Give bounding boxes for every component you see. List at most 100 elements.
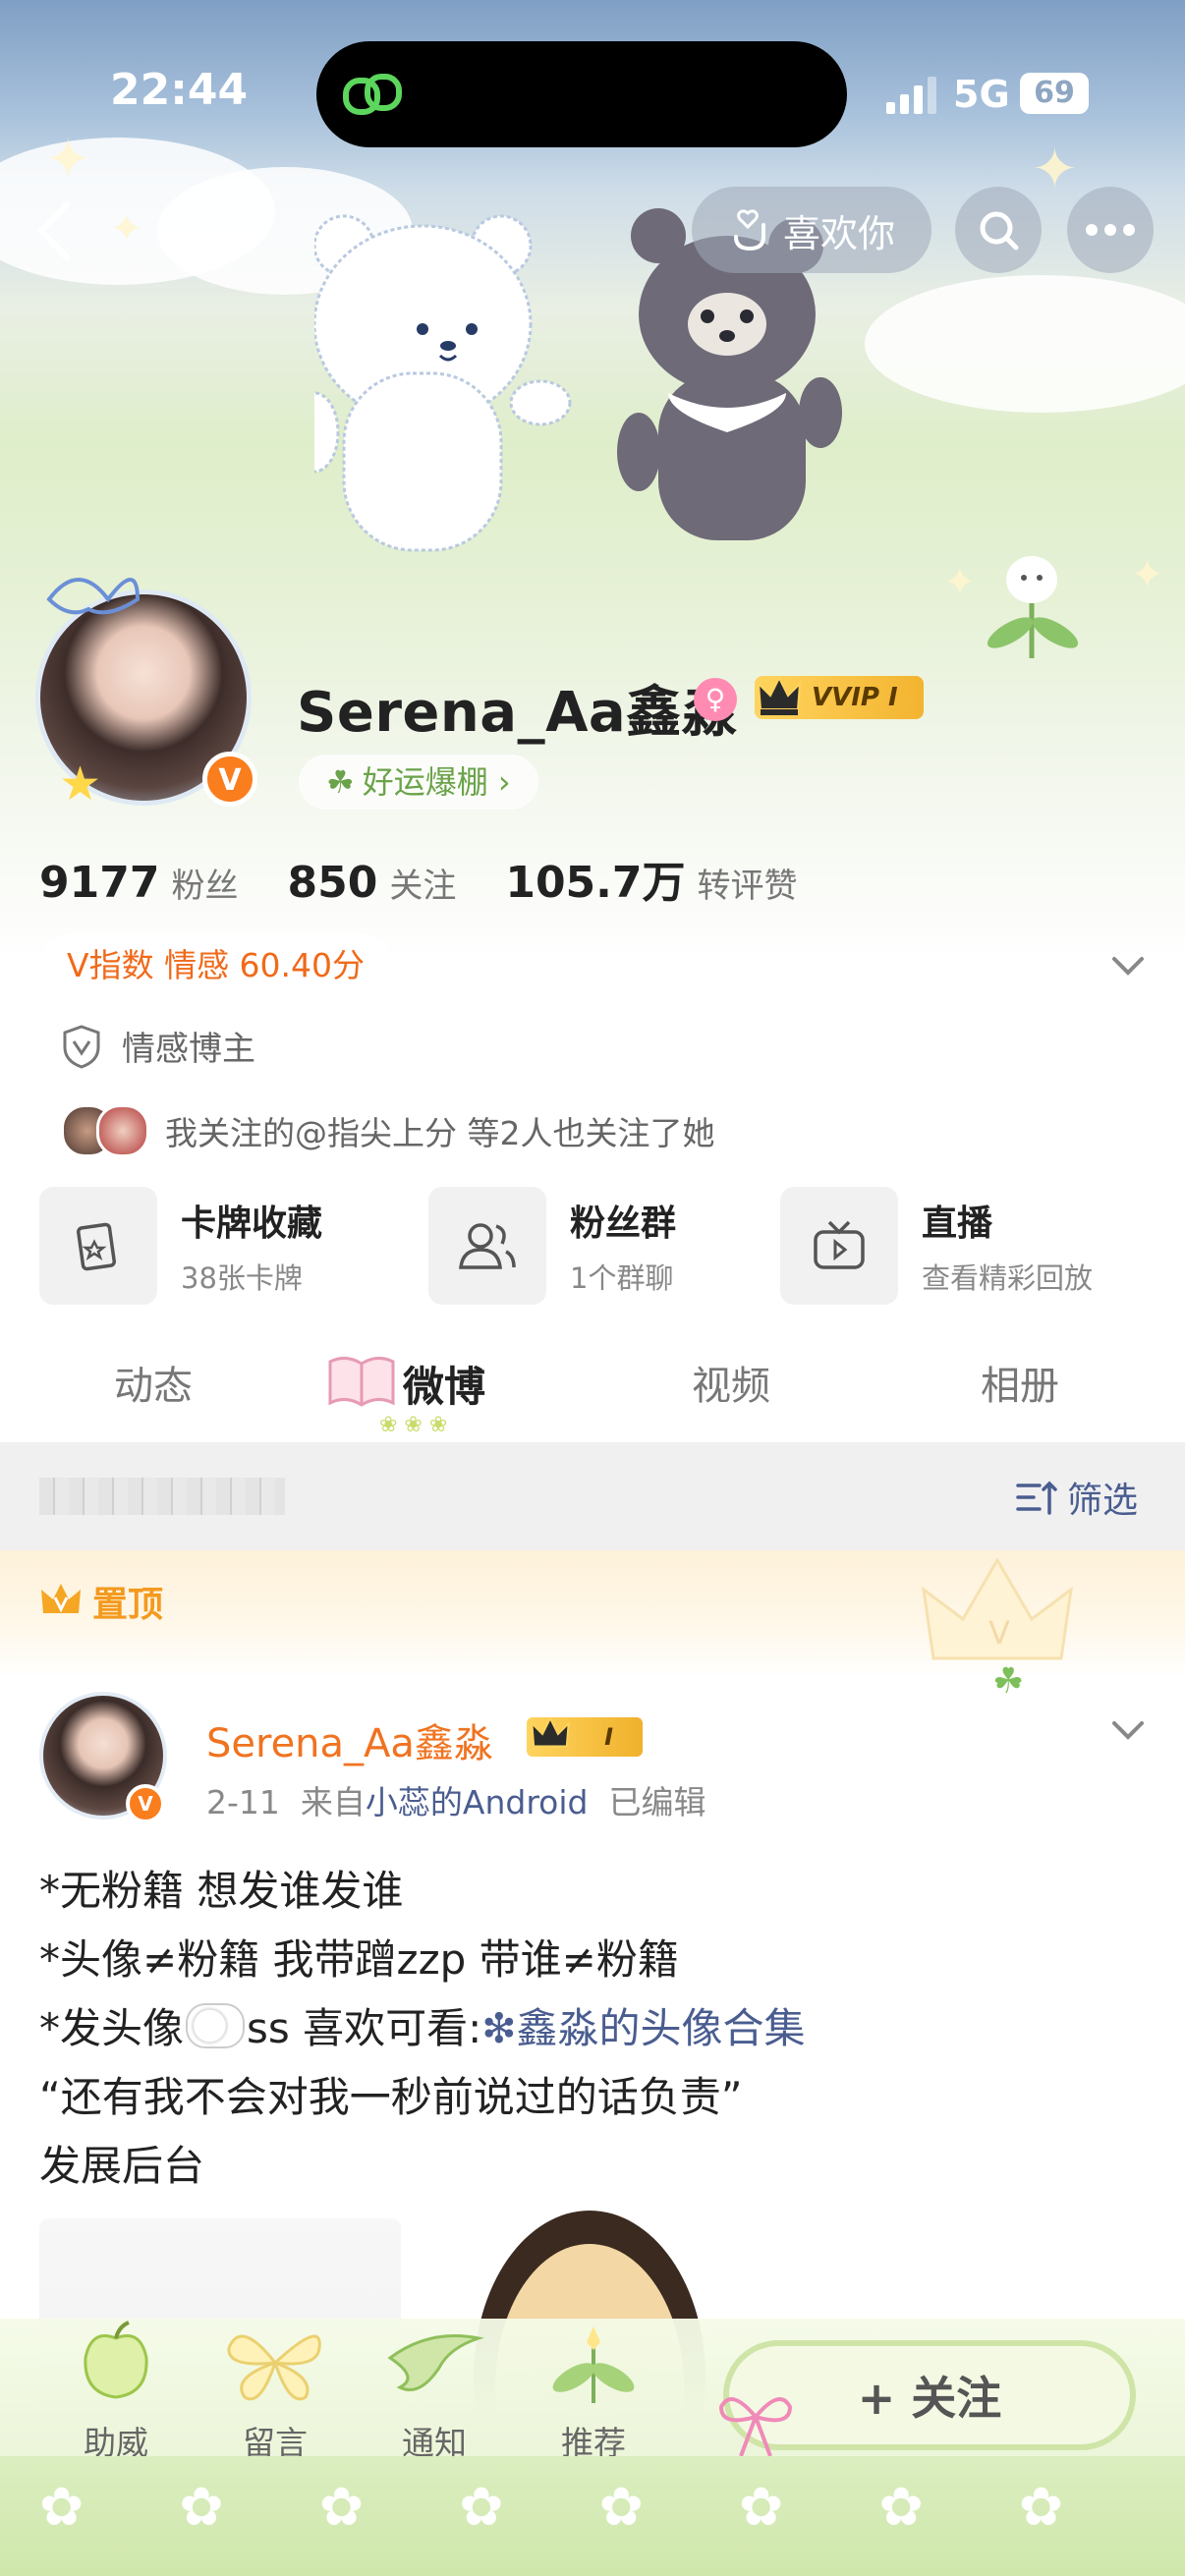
stat-followers[interactable]: 9177 粉丝 [39, 858, 238, 908]
post-body: *无粉籍 想发谁发谁 *头像≠粉籍 我带蹭zzp 带谁≠粉籍 *发头像 ss 喜欢… [39, 1857, 1150, 2201]
profile-tabs: 动态 微博 ❀ ❀ ❀ 视频 相册 [0, 1326, 1185, 1442]
post-date: 2-11 [206, 1783, 280, 1821]
feature-subtitle: 38张卡牌 [181, 1261, 303, 1295]
stat-label: 关注 [389, 867, 457, 906]
stat-interactions[interactable]: 105.7万 转评赞 [505, 847, 797, 910]
feature-subtitle: 1个群聊 [570, 1261, 674, 1295]
post-line: 发展后台 [39, 2142, 205, 2190]
status-time: 22:44 [110, 65, 249, 115]
tab-album[interactable]: 相册 [981, 1354, 1059, 1411]
feature-card-fan-group[interactable]: 粉丝群 1个群聊 [428, 1187, 676, 1305]
ribbon-decoration [46, 578, 141, 615]
svg-text:V: V [988, 1614, 1010, 1652]
post-line: *无粉籍 想发谁发谁 [39, 1867, 404, 1915]
post-edited: 已编辑 [608, 1783, 706, 1821]
like-you-label: 喜欢你 [782, 211, 895, 255]
like-you-button[interactable]: 喜欢你 [692, 187, 931, 273]
sparkle-icon: ✦ [1130, 550, 1165, 598]
battery-indicator: 69 [1020, 73, 1089, 114]
luck-tag-label: 好运爆棚 › [362, 763, 511, 801]
stat-label: 转评赞 [697, 867, 798, 906]
post-meta: 2-11 来自小蕊的Android 已编辑 [206, 1776, 705, 1823]
post-source[interactable]: 小蕊的Android [366, 1783, 589, 1821]
link-icon [343, 74, 402, 115]
dandelion-decoration: ✿ ✿ ✿ ✿ ✿ ✿ ✿ ✿ [39, 2476, 1103, 2538]
stat-value: 105.7万 [505, 858, 686, 908]
post-author-name[interactable]: Serena_Aa鑫淼 [206, 1711, 493, 1768]
tab-active-indicator: ❀ ❀ ❀ [379, 1413, 448, 1437]
search-icon [980, 211, 1019, 251]
crown-icon [757, 675, 802, 715]
crown-icon [41, 1584, 81, 1613]
post-line: *发头像 ss 喜欢可看:❇鑫淼的头像合集 [39, 1994, 1150, 2063]
mutual-follow-row[interactable]: 我关注的@指尖上分 等2人也关注了她 [61, 1104, 715, 1157]
post-line: *头像≠粉籍 我带蹭zzp 带谁≠粉籍 [39, 1935, 679, 1984]
pinned-label: 置顶 [92, 1585, 164, 1625]
back-button[interactable] [29, 196, 79, 265]
filter-label: 筛选 [1067, 1481, 1139, 1521]
verified-badge-icon: V [126, 1784, 165, 1823]
feature-title: 粉丝群 [570, 1204, 677, 1244]
cheer-button[interactable]: 助威 [57, 2319, 175, 2464]
hand-heart-icon [733, 209, 765, 252]
feature-subtitle: 查看精彩回放 [922, 1261, 1094, 1295]
profile-stats: 9177 粉丝 850 关注 105.7万 转评赞 [39, 847, 798, 910]
pinned-header: 置顶 V ☘ [0, 1550, 1185, 1698]
tv-play-icon [780, 1187, 898, 1305]
butterfly-icon [227, 2334, 321, 2401]
sparkle-icon: ✦ [1032, 138, 1078, 201]
chevron-left-icon [36, 201, 70, 260]
post-source-prefix: 来自 [300, 1783, 366, 1821]
blurred-text [39, 1478, 285, 1515]
luck-tag[interactable]: ☘ 好运爆棚 › [299, 755, 538, 810]
apple-icon [84, 2321, 148, 2399]
stat-value: 9177 [39, 858, 160, 908]
search-button[interactable] [955, 187, 1042, 273]
feature-title: 直播 [922, 1204, 993, 1244]
svg-text:☘: ☘ [992, 1661, 1024, 1698]
clover-icon: ☘ [326, 763, 355, 801]
meadow-decoration: ✿ ✿ ✿ ✿ ✿ ✿ ✿ ✿ [0, 2456, 1185, 2576]
blogger-type-row[interactable]: 情感博主 [61, 1022, 255, 1070]
more-button[interactable] [1067, 187, 1154, 273]
message-button[interactable]: 留言 [216, 2319, 334, 2464]
chevron-down-icon[interactable] [1106, 945, 1150, 988]
tab-video[interactable]: 视频 [692, 1354, 770, 1411]
crown-icon [531, 1716, 570, 1748]
flower-icon [552, 2326, 635, 2403]
star-icon: ★ [59, 756, 102, 812]
tab-activity[interactable]: 动态 [114, 1354, 193, 1411]
more-dots-icon [1086, 224, 1135, 236]
network-type: 5G [953, 73, 1010, 116]
feature-card-live[interactable]: 直播 查看精彩回放 [780, 1187, 1093, 1305]
cloud-decoration [865, 275, 1185, 413]
filter-button[interactable]: 筛选 [1014, 1472, 1138, 1523]
recommend-button[interactable]: 推荐 [535, 2319, 652, 2464]
post-link[interactable]: 鑫淼的头像合集 [516, 2004, 805, 2052]
post-text: ss 喜欢可看: [247, 2004, 482, 2052]
verified-badge-icon: V [202, 752, 257, 807]
mutual-avatars [61, 1104, 149, 1157]
notify-button[interactable]: 通知 [375, 2319, 493, 2464]
stat-value: 850 [287, 858, 378, 908]
bird-icon [387, 2334, 484, 2391]
sparkle-icon: ✦ [943, 560, 977, 605]
sparkle-icon: ✦ [45, 128, 91, 192]
crown-decoration-icon: V ☘ [922, 1557, 1073, 1698]
feature-card-collection[interactable]: 卡牌收藏 38张卡牌 [39, 1187, 322, 1305]
users-icon [428, 1187, 546, 1305]
sheep-emoji-icon [186, 2003, 246, 2048]
flower-decoration [987, 556, 1079, 658]
v-index-pill[interactable]: V指数 情感 60.40分 [39, 933, 393, 998]
post-line: “还有我不会对我一秒前说过的话负责” [39, 2073, 743, 2121]
stat-following[interactable]: 850 关注 [287, 858, 456, 908]
profile-name: Serena_Aa鑫淼 [297, 681, 738, 745]
bow-icon [718, 2397, 793, 2457]
filter-bar: 筛选 [0, 1442, 1185, 1550]
stat-label: 粉丝 [171, 867, 239, 906]
chevron-down-icon[interactable] [1106, 1709, 1150, 1753]
card-collection-icon [39, 1187, 157, 1305]
female-icon: ♀ [694, 678, 737, 721]
tab-weibo[interactable]: 微博 [403, 1354, 485, 1414]
post-text: *发头像 [39, 2004, 185, 2052]
